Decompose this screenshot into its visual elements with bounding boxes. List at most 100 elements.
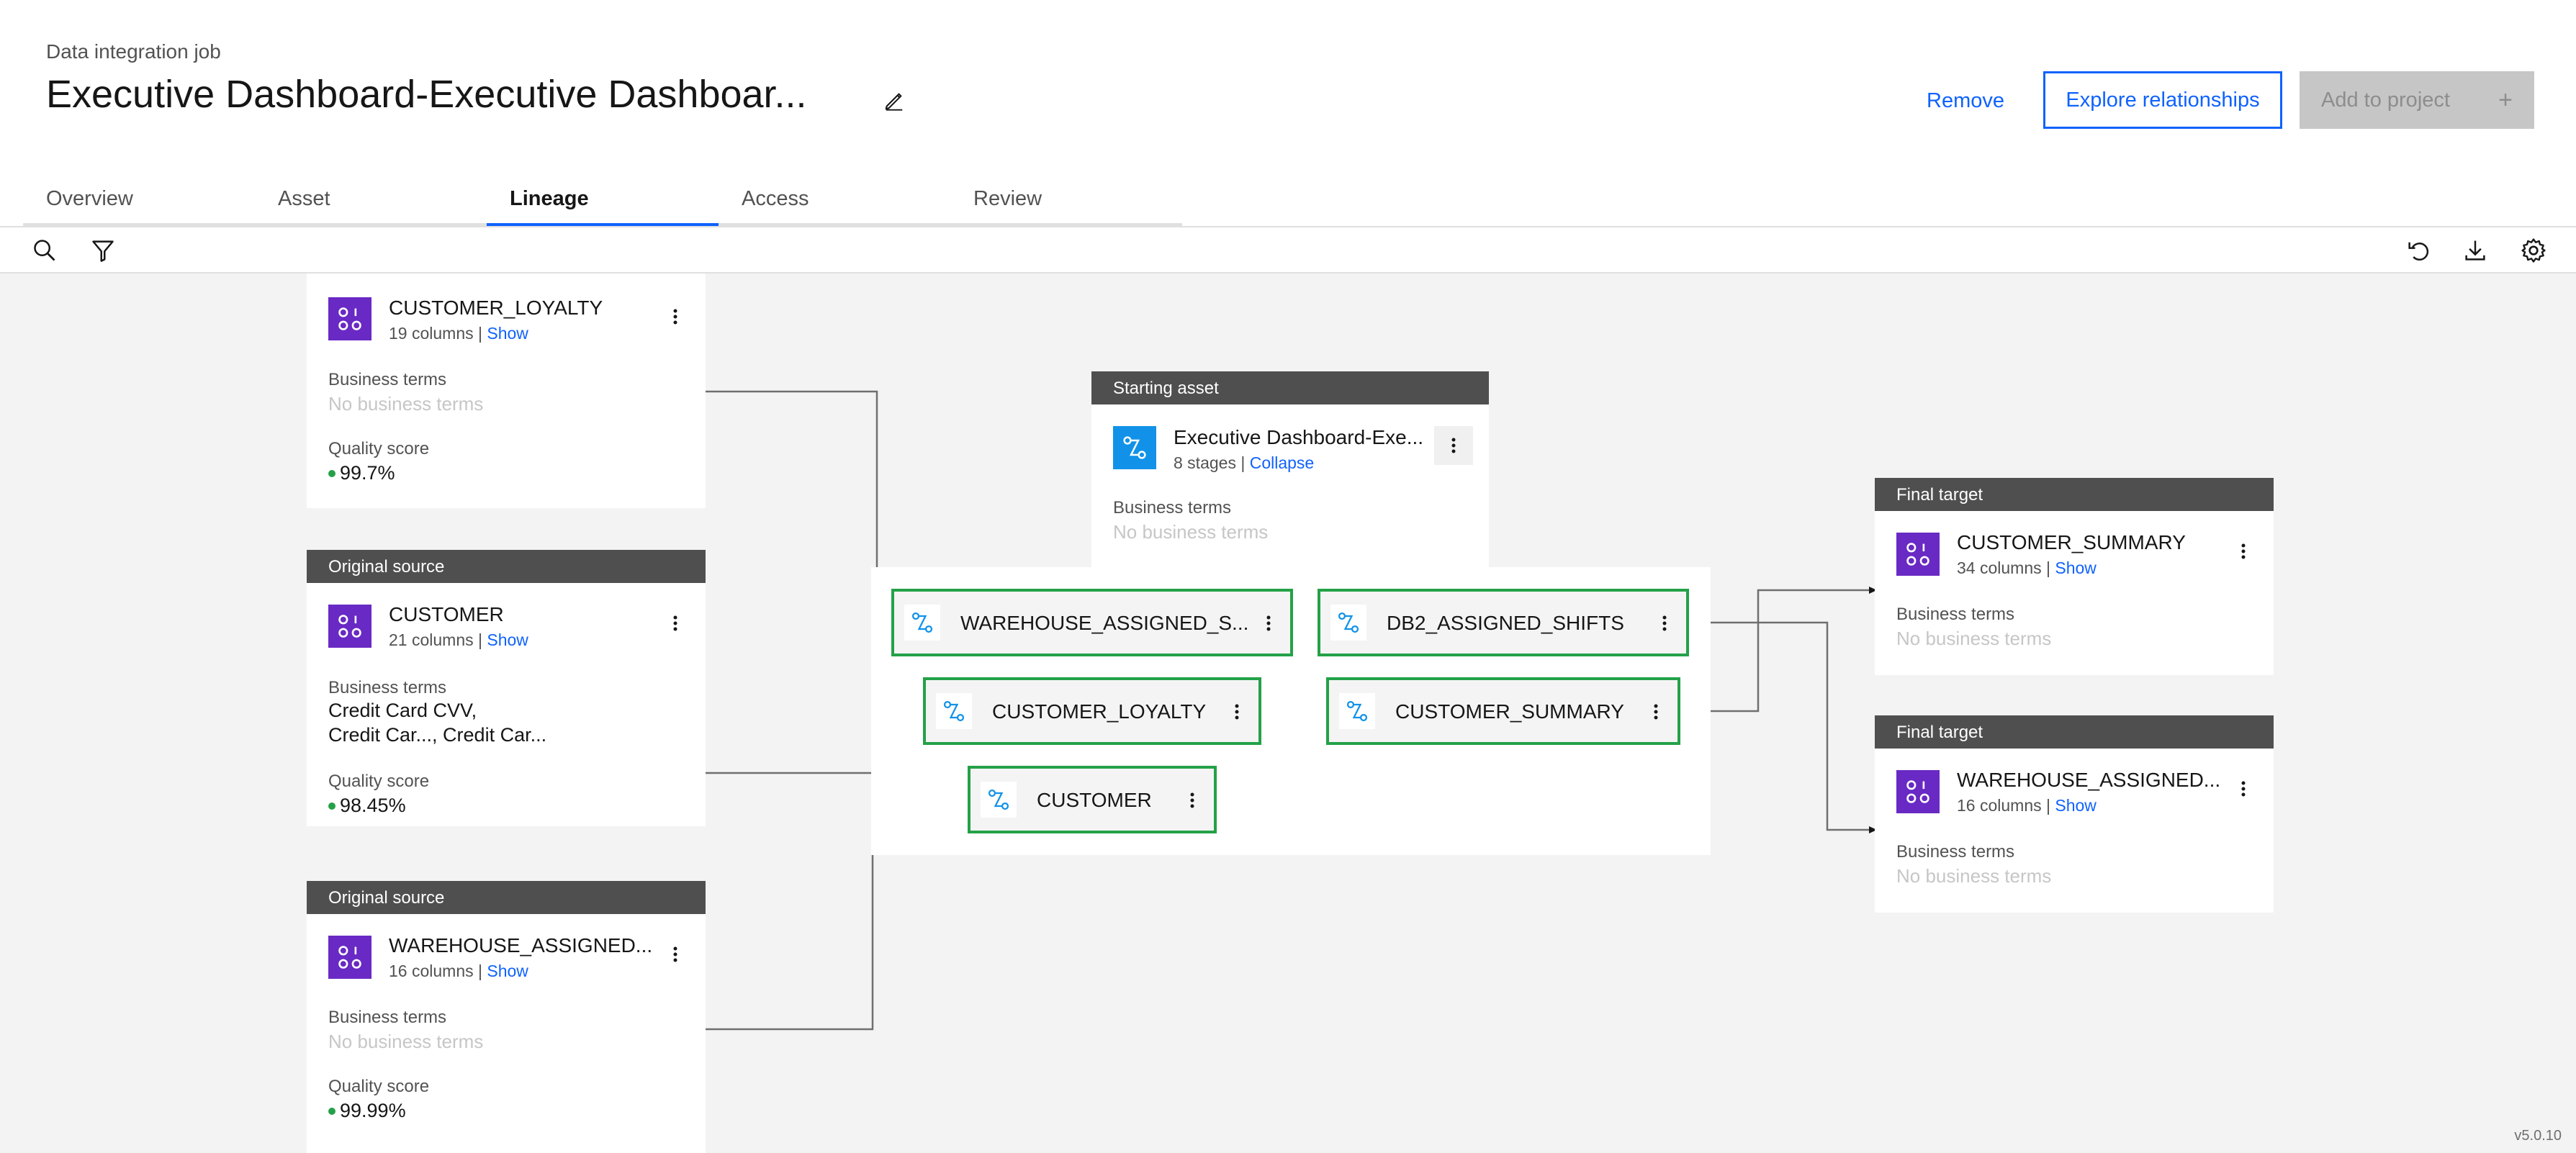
stage-icon	[981, 782, 1017, 818]
overflow-menu-button[interactable]	[661, 609, 690, 638]
show-columns-link[interactable]: Show	[2055, 559, 2097, 577]
job-asset-icon	[1113, 426, 1156, 469]
quality-score-label: Quality score	[328, 1077, 430, 1096]
filter-icon	[92, 240, 114, 262]
overflow-menu-icon	[2241, 781, 2246, 797]
asset-name: CUSTOMER	[389, 603, 504, 625]
business-terms-label: Business terms	[1896, 605, 2015, 624]
card-header: Final target	[1875, 478, 2274, 511]
stage-overflow-menu[interactable]	[1179, 786, 1205, 815]
source-card-customer-loyalty[interactable]: CUSTOMER_LOYALTY 19 columns | Show Busin…	[307, 273, 706, 508]
stage-customer-summary[interactable]: CUSTOMER_SUMMARY	[1326, 677, 1680, 745]
business-terms-empty: No business terms	[328, 1031, 484, 1052]
plus-icon: +	[2498, 86, 2513, 114]
add-to-project-label: Add to project	[2321, 88, 2450, 112]
overflow-menu-icon	[673, 615, 677, 631]
asset-name: CUSTOMER_LOYALTY	[389, 297, 603, 319]
lineage-toolbar	[0, 227, 2576, 273]
card-header: Original source	[307, 550, 706, 583]
business-terms-empty: No business terms	[1896, 628, 2052, 649]
stage-customer[interactable]: CUSTOMER	[968, 766, 1217, 833]
reset-view-icon	[2408, 242, 2429, 261]
overflow-menu-icon	[1266, 615, 1271, 631]
stage-warehouse-assigned[interactable]: WAREHOUSE_ASSIGNED_S...	[891, 589, 1293, 656]
asset-name: CUSTOMER_SUMMARY	[1957, 531, 2186, 553]
overflow-menu-icon	[1662, 615, 1667, 631]
overflow-menu-icon	[1654, 704, 1658, 720]
card-header: Original source	[307, 881, 706, 914]
stage-customer-loyalty[interactable]: CUSTOMER_LOYALTY	[923, 677, 1261, 745]
asset-meta: 8 stages | Collapse	[1174, 453, 1315, 472]
edge-db2-to-warehouse-target	[1689, 621, 1877, 833]
show-columns-link[interactable]: Show	[487, 962, 528, 980]
quality-status-dot	[328, 1107, 335, 1115]
business-terms-label: Business terms	[1113, 498, 1232, 517]
card-header: Starting asset	[1091, 371, 1489, 404]
data-asset-icon	[328, 297, 371, 340]
edit-title-button[interactable]	[878, 85, 910, 117]
business-terms-label: Business terms	[328, 370, 447, 389]
quality-score-value: 99.99%	[328, 1100, 406, 1122]
settings-button[interactable]	[2518, 235, 2549, 266]
collapse-stages-link[interactable]: Collapse	[1250, 453, 1315, 472]
tab-lineage[interactable]: Lineage	[487, 178, 719, 226]
starting-asset-card[interactable]: Starting asset Executive Dashboard-Exe..…	[1091, 371, 1489, 567]
asset-name: WAREHOUSE_ASSIGNED...	[1957, 769, 2221, 791]
data-asset-icon	[1896, 770, 1940, 813]
stage-overflow-menu[interactable]	[1224, 697, 1250, 726]
tab-access[interactable]: Access	[719, 178, 950, 226]
stage-overflow-menu[interactable]	[1256, 609, 1282, 638]
stage-name: WAREHOUSE_ASSIGNED_S...	[960, 612, 1249, 634]
business-term-1[interactable]: Credit Card CVV,	[328, 698, 477, 723]
remove-button[interactable]: Remove	[1915, 72, 2016, 130]
show-columns-link[interactable]: Show	[487, 324, 528, 343]
asset-meta: 16 columns | Show	[1957, 796, 2097, 815]
tab-bar: Overview Asset Lineage Access Review	[23, 178, 1182, 226]
quality-status-dot	[328, 469, 335, 477]
add-to-project-button[interactable]: Add to project +	[2300, 71, 2534, 129]
settings-icon	[2521, 238, 2546, 263]
asset-meta: 21 columns | Show	[389, 630, 528, 649]
filter-button[interactable]	[87, 235, 119, 266]
reset-view-button[interactable]	[2402, 235, 2434, 266]
target-card-warehouse-assigned[interactable]: Final target WAREHOUSE_ASSIGNED... 16 co…	[1875, 715, 2274, 913]
tab-asset[interactable]: Asset	[255, 178, 487, 226]
stage-db2-assigned-shifts[interactable]: DB2_ASSIGNED_SHIFTS	[1318, 589, 1689, 656]
lineage-canvas[interactable]: CUSTOMER_LOYALTY 19 columns | Show Busin…	[0, 273, 2576, 1153]
overflow-menu-button[interactable]	[2229, 774, 2258, 803]
target-card-customer-summary[interactable]: Final target CUSTOMER_SUMMARY 34 columns…	[1875, 478, 2274, 675]
download-icon	[2465, 240, 2485, 261]
source-card-warehouse-assigned[interactable]: Original source WAREHOUSE_ASSIGNED... 16…	[307, 881, 706, 1153]
show-columns-link[interactable]: Show	[2055, 796, 2097, 815]
overflow-menu-button[interactable]	[1434, 426, 1473, 465]
overflow-menu-button[interactable]	[661, 302, 690, 331]
edge-warehouse-to-stage	[706, 619, 893, 1031]
business-term-2[interactable]: Credit Car..., Credit Car...	[328, 723, 546, 747]
asset-type-label: Data integration job	[46, 40, 221, 63]
asset-meta: 19 columns | Show	[389, 324, 528, 343]
business-terms-label: Business terms	[328, 1008, 447, 1027]
overflow-menu-icon	[1235, 704, 1239, 720]
asset-name: Executive Dashboard-Exe...	[1174, 426, 1424, 448]
version-label: v5.0.10	[2514, 1128, 2562, 1144]
quality-score-label: Quality score	[328, 439, 430, 458]
data-asset-icon	[1896, 533, 1940, 576]
download-button[interactable]	[2459, 235, 2491, 266]
overflow-menu-button[interactable]	[661, 940, 690, 969]
search-button[interactable]	[29, 235, 60, 266]
tab-review[interactable]: Review	[950, 178, 1182, 226]
pencil-icon	[885, 93, 903, 111]
stage-overflow-menu[interactable]	[1643, 697, 1669, 726]
stage-overflow-menu[interactable]	[1652, 609, 1677, 638]
show-columns-link[interactable]: Show	[487, 630, 528, 649]
explore-relationships-button[interactable]: Explore relationships	[2043, 71, 2282, 129]
business-terms-empty: No business terms	[328, 393, 484, 415]
business-terms-empty: No business terms	[1113, 521, 1269, 543]
asset-meta: 16 columns | Show	[389, 962, 528, 980]
asset-meta: 34 columns | Show	[1957, 559, 2097, 577]
tab-overview[interactable]: Overview	[23, 178, 255, 226]
overflow-menu-button[interactable]	[2229, 537, 2258, 566]
stage-icon	[1339, 693, 1375, 729]
source-card-customer[interactable]: Original source CUSTOMER 21 columns | Sh…	[307, 550, 706, 826]
stage-name: CUSTOMER	[1037, 789, 1152, 811]
